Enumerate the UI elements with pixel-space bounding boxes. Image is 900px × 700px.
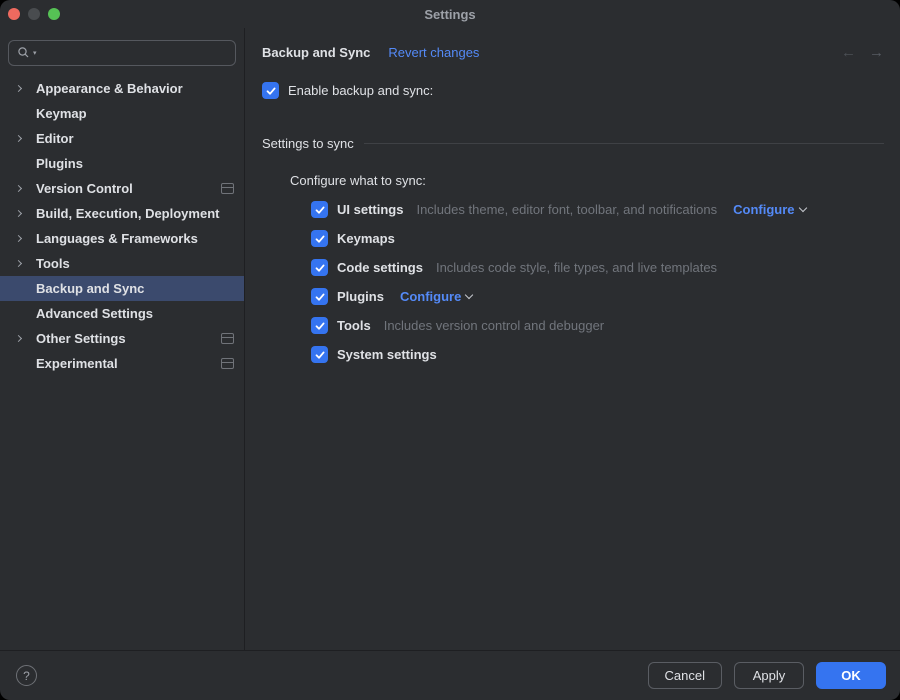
sync-row-ui-settings: UI settings Includes theme, editor font,… [311,195,884,224]
question-mark-icon: ? [23,669,30,683]
tools-checkbox[interactable] [311,317,328,334]
section-divider [364,143,884,144]
chevron-right-icon[interactable] [15,335,22,342]
checkmark-icon [314,233,326,245]
code-settings-checkbox[interactable] [311,259,328,276]
zoom-window-button[interactable] [48,8,60,20]
forward-arrow-icon[interactable]: → [869,44,884,61]
enable-backup-label: Enable backup and sync: [288,83,433,98]
chevron-right-icon[interactable] [15,235,22,242]
checkmark-icon [314,349,326,361]
apply-button[interactable]: Apply [734,662,804,689]
page-title: Backup and Sync [262,45,370,60]
search-icon [17,46,31,60]
sidebar-item-plugins[interactable]: Plugins [0,151,244,176]
search-box[interactable]: ▾ [8,40,236,66]
dialog-buttons: Cancel Apply OK [648,662,886,689]
plugins-checkbox[interactable] [311,288,328,305]
sidebar-item-tools[interactable]: Tools [0,251,244,276]
sidebar-item-editor[interactable]: Editor [0,126,244,151]
chevron-down-icon [465,291,473,299]
configure-heading: Configure what to sync: [290,173,884,188]
main-panel: Backup and Sync Revert changes ← → Enabl… [245,28,900,650]
search-options-caret-icon[interactable]: ▾ [33,50,37,57]
checkmark-icon [265,85,277,97]
sidebar-item-backup-and-sync[interactable]: Backup and Sync [0,276,244,301]
enable-backup-row: Enable backup and sync: [262,82,884,99]
settings-tree: Appearance & Behavior Keymap Editor Plug… [0,76,244,376]
checkmark-icon [314,291,326,303]
chevron-right-icon[interactable] [15,85,22,92]
sync-options-list: UI settings Includes theme, editor font,… [311,195,884,369]
sidebar-item-languages-frameworks[interactable]: Languages & Frameworks [0,226,244,251]
sidebar-item-advanced-settings[interactable]: Advanced Settings [0,301,244,326]
plugins-configure-link[interactable]: Configure [400,289,472,304]
chevron-right-icon[interactable] [15,260,22,267]
sync-row-code-settings: Code settings Includes code style, file … [311,253,884,282]
checkmark-icon [314,204,326,216]
content: ▾ Appearance & Behavior Keymap Editor [0,28,900,650]
non-project-settings-icon [221,333,234,344]
close-window-button[interactable] [8,8,20,20]
chevron-right-icon[interactable] [15,135,22,142]
sidebar-item-appearance-behavior[interactable]: Appearance & Behavior [0,76,244,101]
settings-window: Settings ▾ Appearance & Behavior K [0,0,900,700]
revert-changes-link[interactable]: Revert changes [388,45,479,60]
ok-button[interactable]: OK [816,662,886,689]
titlebar: Settings [0,0,900,28]
sidebar: ▾ Appearance & Behavior Keymap Editor [0,28,245,650]
settings-to-sync-section: Settings to sync [262,136,884,151]
sync-row-plugins: Plugins Configure [311,282,884,311]
sidebar-item-experimental[interactable]: Experimental [0,351,244,376]
sync-row-system-settings: System settings [311,340,884,369]
help-button[interactable]: ? [16,665,37,686]
window-title: Settings [424,7,475,22]
minimize-window-button [28,8,40,20]
sidebar-item-version-control[interactable]: Version Control [0,176,244,201]
history-navigation: ← → [841,44,884,61]
system-settings-checkbox[interactable] [311,346,328,363]
sync-row-keymaps: Keymaps [311,224,884,253]
page-header: Backup and Sync Revert changes ← → [262,40,884,64]
sync-row-tools: Tools Includes version control and debug… [311,311,884,340]
sidebar-item-build-execution-deployment[interactable]: Build, Execution, Deployment [0,201,244,226]
traffic-lights [8,8,60,20]
sidebar-item-other-settings[interactable]: Other Settings [0,326,244,351]
ui-settings-configure-link[interactable]: Configure [733,202,805,217]
non-project-settings-icon [221,183,234,194]
checkmark-icon [314,320,326,332]
ui-settings-checkbox[interactable] [311,201,328,218]
footer: ? Cancel Apply OK [0,650,900,700]
keymaps-checkbox[interactable] [311,230,328,247]
chevron-right-icon[interactable] [15,210,22,217]
search-input[interactable] [39,45,227,62]
section-title: Settings to sync [262,136,354,151]
non-project-settings-icon [221,358,234,369]
cancel-button[interactable]: Cancel [648,662,722,689]
sidebar-item-keymap[interactable]: Keymap [0,101,244,126]
back-arrow-icon[interactable]: ← [841,44,856,61]
chevron-down-icon [798,204,806,212]
checkmark-icon [314,262,326,274]
enable-backup-checkbox[interactable] [262,82,279,99]
chevron-right-icon[interactable] [15,185,22,192]
